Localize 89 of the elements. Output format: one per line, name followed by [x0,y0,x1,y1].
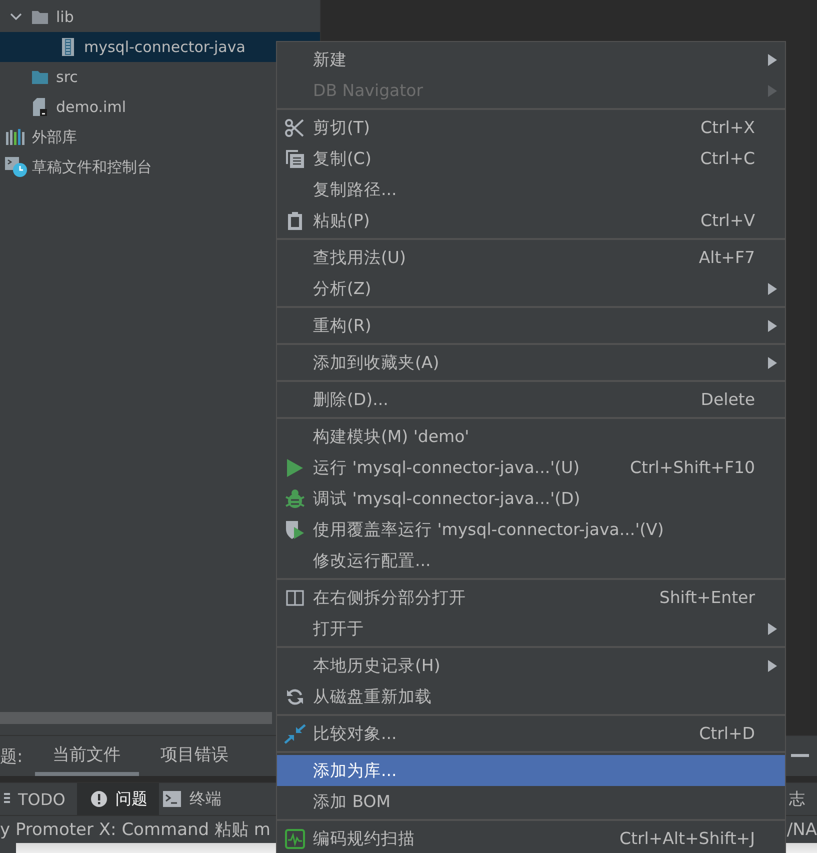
menu-item-label: 添加到收藏夹(A) [313,352,440,374]
menu-item-label: 复制(C) [313,148,372,170]
menu-item-label: 添加为库... [313,760,397,782]
pulse-chart-icon [285,828,305,848]
shortcut-label: Delete [700,390,755,409]
menu-item-label: 查找用法(U) [313,246,406,268]
menu-item-label: 修改运行配置... [313,550,431,572]
menu-item[interactable]: 粘贴(P) Ctrl+V [277,205,785,236]
file-name: 草稿文件和控制台 [32,158,152,176]
menu-item-label: 在右侧拆分部分打开 [313,586,466,608]
tree-item[interactable]: lib [0,2,320,32]
scissors-icon [285,118,305,136]
list-icon [4,793,10,805]
shortcut-label: Ctrl+C [700,149,755,168]
status-message: y Promoter X: Command 粘贴 m [0,819,270,841]
split-view-icon [286,590,304,606]
warning-icon [91,791,108,807]
file-name: src [56,68,78,86]
compare-arrows-icon [284,724,306,744]
menu-item-label: 复制路径... [313,178,397,200]
menu-item[interactable]: 本地历史记录(H) [277,650,785,681]
scrollbar[interactable] [0,712,272,724]
file-name: 外部库 [32,128,77,146]
clipboard-icon [288,212,302,230]
file-name: demo.iml [56,98,126,116]
menu-item[interactable]: 添加 BOM [277,786,785,817]
menu-item[interactable]: 编码规约扫描 Ctrl+Alt+Shift+J [277,823,785,853]
refresh-icon [286,688,304,706]
menu-item[interactable]: 复制(C) Ctrl+C [277,143,785,174]
menu-item[interactable]: 添加为库... [277,755,785,786]
play-icon [287,458,303,476]
menu-item[interactable]: 分析(Z) [277,273,785,304]
menu-item-label: 删除(D)... [313,388,388,410]
menu-item-label: 从磁盘重新加载 [313,686,432,708]
file-name: mysql-connector-java [84,38,246,56]
menu-item[interactable]: 修改运行配置... [277,545,785,576]
menu-item-label: 调试 'mysql-connector-java...'(D) [313,488,580,510]
bug-icon [285,488,305,508]
menu-item-label: 构建模块(M) 'demo' [313,426,470,448]
terminal-icon [163,791,182,807]
menu-item-label: 比较对象... [313,722,397,744]
menu-item[interactable]: 从磁盘重新加载 [277,681,785,712]
menu-item[interactable]: 使用覆盖率运行 'mysql-connector-java...'(V) [277,514,785,545]
menu-item-label: 使用覆盖率运行 'mysql-connector-java...'(V) [313,518,664,540]
folder-icon [32,10,48,24]
menu-item[interactable]: 查找用法(U) Alt+F7 [277,242,785,273]
shield-play-icon [285,520,305,540]
menu-item[interactable]: 删除(D)... Delete [277,384,785,415]
tab[interactable]: 项目错误 [142,736,247,776]
menu-item-label: 分析(Z) [313,278,372,300]
menu-item[interactable]: 调试 'mysql-connector-java...'(D) [277,483,785,514]
copy-icon [286,150,304,168]
tab[interactable]: 当前文件 [34,736,139,776]
menu-item[interactable]: 打开于 [277,613,785,644]
folder-icon [32,70,48,84]
menu-item-label: 编码规约扫描 [313,828,415,850]
archive-icon [62,38,74,56]
menu-item[interactable]: 运行 'mysql-connector-java...'(U) Ctrl+Shift+F10 [277,452,785,483]
file-name: lib [56,8,74,26]
menu-item-label: 运行 'mysql-connector-java...'(U) [313,456,580,478]
menu-item-label: 粘贴(P) [313,210,370,232]
menu-item[interactable]: 构建模块(M) 'demo' [277,421,785,452]
menu-item-label: 重构(R) [313,314,372,336]
shortcut-label: Ctrl+V [700,211,755,230]
shortcut-label: Ctrl+Alt+Shift+J [619,829,755,848]
shortcut-label: Ctrl+X [700,118,755,137]
shortcut-label: Ctrl+D [699,724,755,743]
bar-chart-icon [6,129,26,145]
tool-window-button[interactable]: 问题 [77,783,160,815]
menu-item[interactable]: 添加到收藏夹(A) [277,347,785,378]
shortcut-label: Shift+Enter [659,588,755,607]
tool-window-button[interactable]: TODO [0,783,78,815]
menu-item-label: 本地历史记录(H) [313,654,440,676]
menu-item-label: 剪切(T) [313,116,370,138]
file-icon [33,98,47,116]
shortcut-label: Ctrl+Shift+F10 [630,458,755,477]
menu-item-label: 添加 BOM [313,790,390,812]
clock-icon [5,157,27,177]
tool-window-button[interactable]: 志 [785,783,817,815]
menu-item-label: 打开于 [313,618,364,640]
menu-item[interactable]: 比较对象... Ctrl+D [277,718,785,749]
menu-item[interactable]: 剪切(T) Ctrl+X [277,112,785,143]
shortcut-label: Alt+F7 [698,248,755,267]
status-text: /NA [786,820,817,840]
menu-item[interactable]: 复制路径... [277,174,785,205]
menu-item[interactable]: 在右侧拆分部分打开 Shift+Enter [277,582,785,613]
tool-window-button[interactable]: 终端 [159,783,234,815]
panel-title: 题: [0,746,23,768]
menu-item[interactable]: 重构(R) [277,310,785,341]
